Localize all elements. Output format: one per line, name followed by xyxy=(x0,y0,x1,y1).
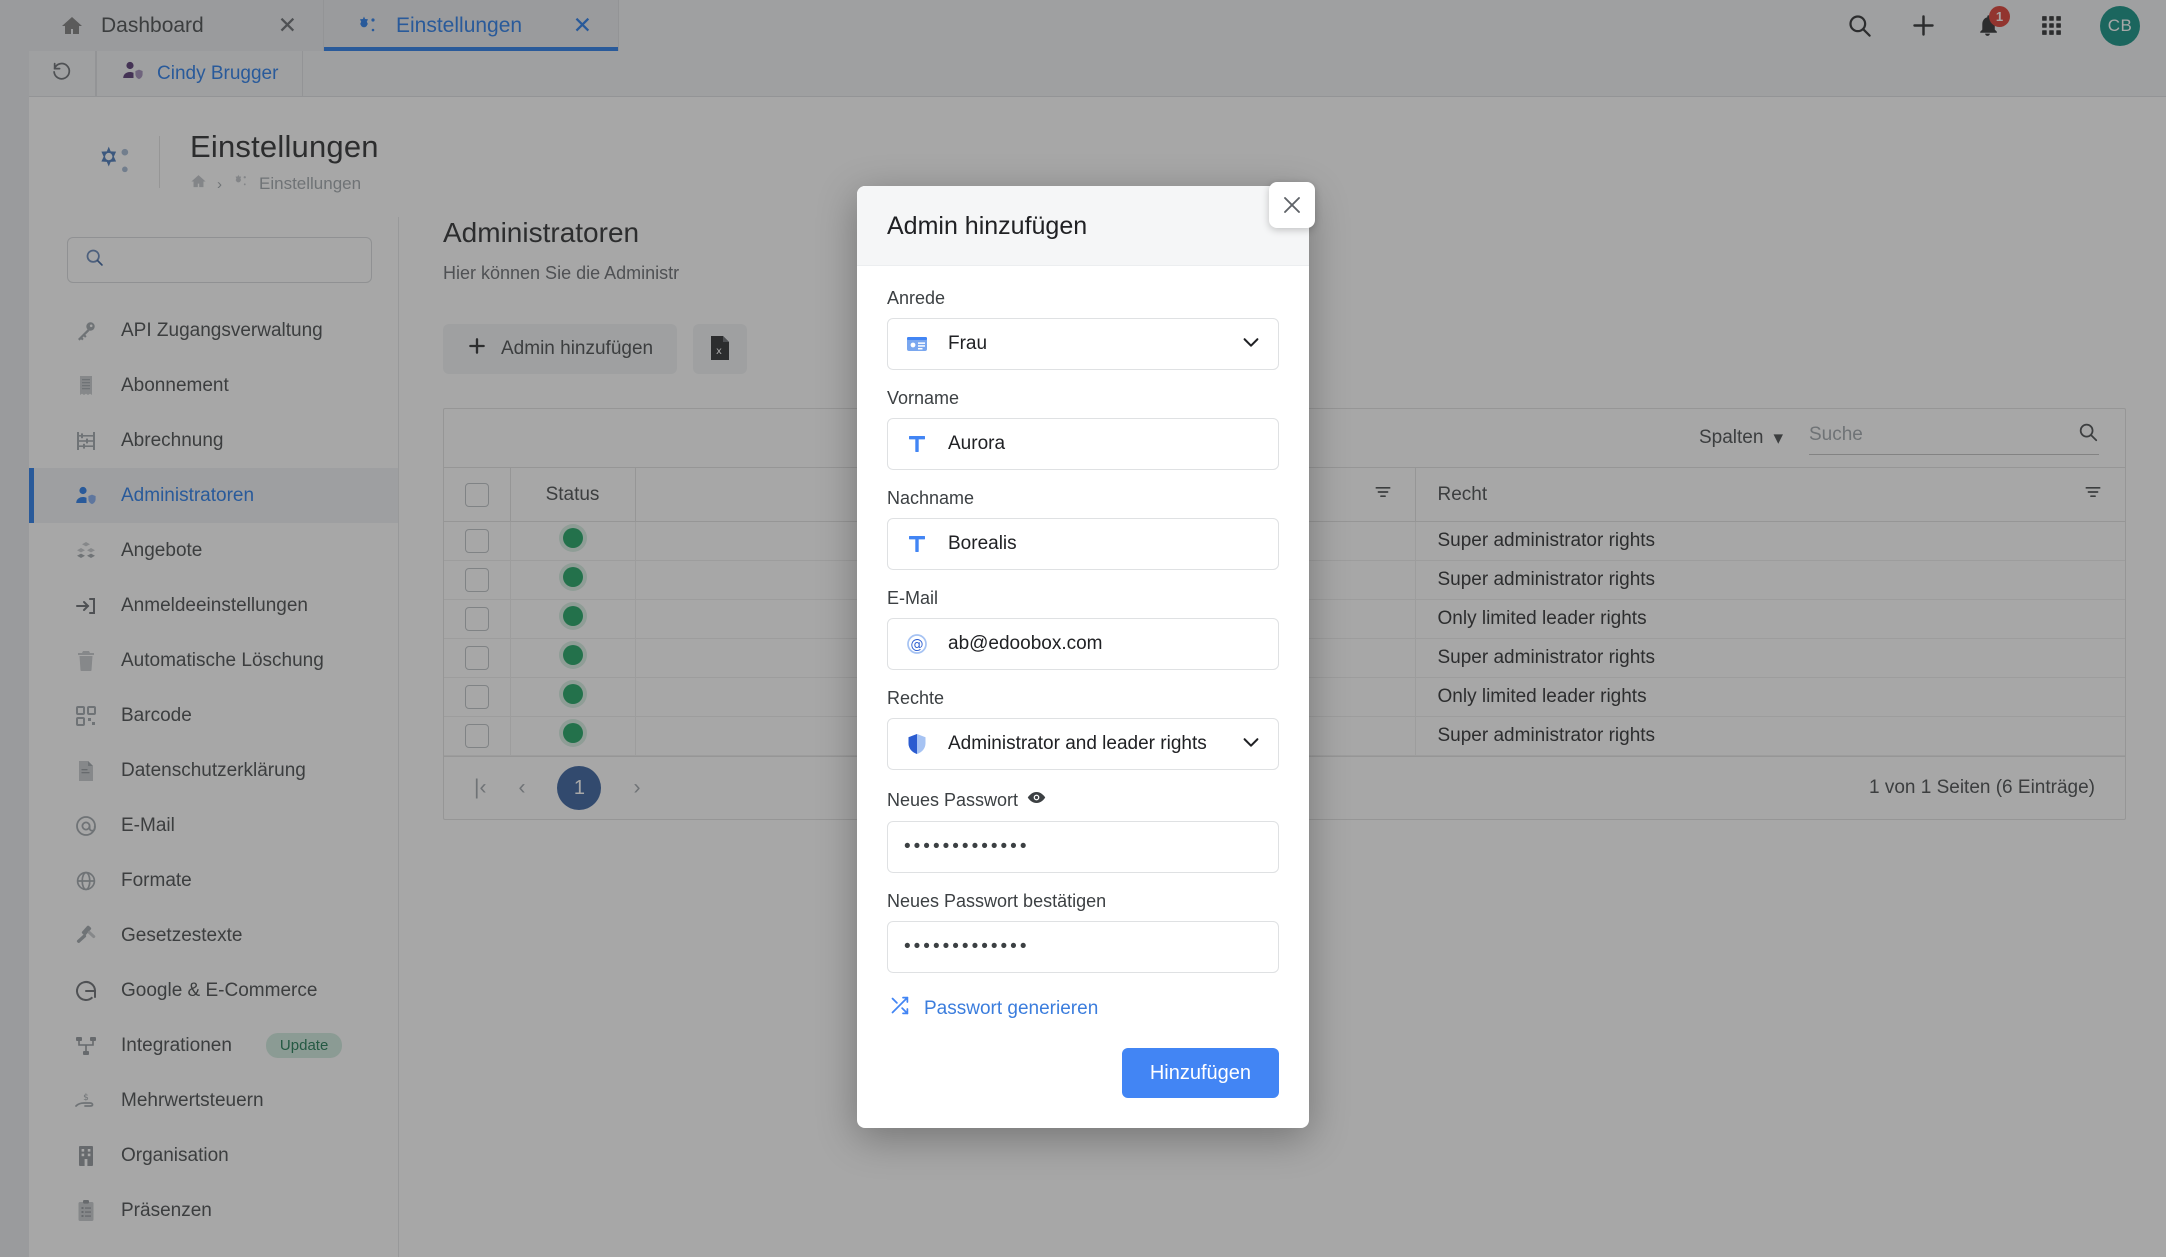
field-label: Rechte xyxy=(887,688,1279,709)
field-rechte: Rechte Administrator and leader rights xyxy=(887,688,1279,770)
at-icon: @ xyxy=(904,631,930,657)
chevron-down-icon[interactable] xyxy=(1240,331,1262,358)
field-label: Neues Passwort bestätigen xyxy=(887,891,1279,912)
password-label-text: Neues Passwort xyxy=(887,790,1018,811)
svg-text:@: @ xyxy=(911,638,924,653)
nachname-value: Borealis xyxy=(948,533,1017,555)
vorname-input[interactable]: Aurora xyxy=(887,418,1279,470)
password-confirm-value: ••••••••••••• xyxy=(904,936,1029,958)
field-email: E-Mail @ ab@edoobox.com xyxy=(887,588,1279,670)
nachname-input[interactable]: Borealis xyxy=(887,518,1279,570)
field-vorname: Vorname Aurora xyxy=(887,388,1279,470)
submit-button[interactable]: Hinzufügen xyxy=(1122,1048,1279,1098)
dialog-actions: Hinzufügen xyxy=(887,1048,1279,1098)
vorname-value: Aurora xyxy=(948,433,1005,455)
field-nachname: Nachname Borealis xyxy=(887,488,1279,570)
field-label: Vorname xyxy=(887,388,1279,409)
password-value: ••••••••••••• xyxy=(904,836,1029,858)
shuffle-icon xyxy=(889,995,910,1022)
dialog-title: Admin hinzufügen xyxy=(887,212,1279,241)
eye-icon[interactable] xyxy=(1027,788,1046,812)
anrede-value: Frau xyxy=(948,333,987,355)
app-window: Dashboard ✕ Einstellungen ✕ 1 xyxy=(0,0,2166,1257)
field-label: E-Mail xyxy=(887,588,1279,609)
shield-icon xyxy=(904,731,930,757)
add-admin-dialog: Admin hinzufügen Anrede Frau Vorname xyxy=(857,186,1309,1128)
dialog-body: Anrede Frau Vorname Auror xyxy=(857,266,1309,1128)
password-input[interactable]: ••••••••••••• xyxy=(887,821,1279,873)
anrede-select[interactable]: Frau xyxy=(887,318,1279,370)
field-label: Anrede xyxy=(887,288,1279,309)
text-icon xyxy=(904,431,930,457)
text-icon xyxy=(904,531,930,557)
chevron-down-icon[interactable] xyxy=(1240,731,1262,758)
rechte-value: Administrator and leader rights xyxy=(948,733,1207,755)
email-value: ab@edoobox.com xyxy=(948,633,1103,655)
dialog-header: Admin hinzufügen xyxy=(857,186,1309,266)
email-input[interactable]: @ ab@edoobox.com xyxy=(887,618,1279,670)
close-icon[interactable] xyxy=(1269,182,1315,228)
field-label: Nachname xyxy=(887,488,1279,509)
id-card-icon xyxy=(904,331,930,357)
password-confirm-input[interactable]: ••••••••••••• xyxy=(887,921,1279,973)
field-anrede: Anrede Frau xyxy=(887,288,1279,370)
generate-password-link[interactable]: Passwort generieren xyxy=(889,995,1279,1022)
field-password: Neues Passwort ••••••••••••• xyxy=(887,788,1279,873)
rechte-select[interactable]: Administrator and leader rights xyxy=(887,718,1279,770)
field-label: Neues Passwort xyxy=(887,788,1279,812)
field-password-confirm: Neues Passwort bestätigen ••••••••••••• xyxy=(887,891,1279,973)
generate-password-label: Passwort generieren xyxy=(924,998,1098,1020)
